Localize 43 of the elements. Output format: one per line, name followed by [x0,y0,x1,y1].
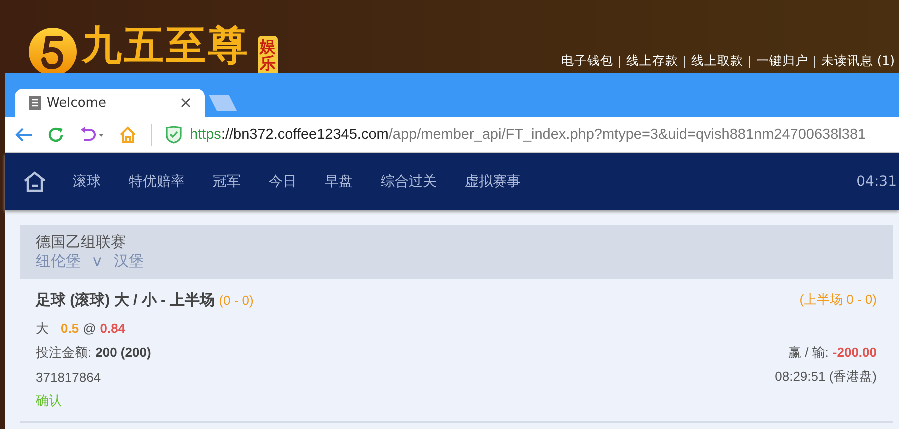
team-name: 纽伦堡 [36,252,81,271]
bet-time: 08:29:51 (香港盘) [775,368,877,386]
nav-item[interactable]: 滚球 [73,172,101,190]
status-text: 确认 [36,392,62,410]
result-label: 赢 / 输: [788,344,829,362]
stake-label: 投注金额: [36,344,92,362]
stake-value: 200 (200) [96,345,152,360]
clock-text: 04:31 [856,174,897,190]
nav-item[interactable]: 综合过关 [381,172,437,190]
odds-value: 0.84 [100,321,126,336]
logo-text: 九五至尊 [82,26,250,66]
nav-item[interactable]: 冠军 [213,172,241,190]
nav-item[interactable]: 特优赔率 [129,172,185,190]
reload-icon[interactable] [47,126,65,144]
browser-tab[interactable]: Welcome [15,89,205,117]
score-text: (0 - 0) [219,292,254,308]
team-name: 汉堡 [114,252,144,271]
result-value: -200.00 [832,345,877,360]
back-icon[interactable] [15,126,33,142]
ticket-number: 371817864 [36,370,102,384]
home-icon[interactable] [23,170,47,192]
header-link[interactable]: 未读讯息 (1) [821,53,895,70]
close-icon[interactable] [181,98,191,108]
header-link[interactable]: 电子钱包 [561,53,614,70]
header-link[interactable]: 线上存款 [626,53,678,70]
versus-text: v [93,252,102,271]
at-sign: @ [83,321,96,336]
header-link[interactable]: 一键归户 [756,53,808,70]
undo-icon[interactable] [79,126,105,144]
shield-icon [166,126,182,144]
new-tab-button[interactable] [209,95,237,111]
selection-text: 大 [36,320,49,338]
market-title: 足球 (滚球) 大 / 小 - 上半场 [36,290,216,310]
nav-item[interactable]: 今日 [269,172,297,190]
nav-item[interactable]: 虚拟赛事 [465,172,521,190]
header-link[interactable]: 线上取款 [691,53,744,70]
logo-icon [28,27,78,73]
line-value: 0.5 [61,321,80,336]
page-icon [29,96,41,110]
half-score-text: (上半场 0 - 0) [800,291,877,309]
league-name: 德国乙组联赛 [36,233,127,252]
logo-badge: 娱 乐 [258,36,278,73]
nav-item[interactable]: 早盘 [325,172,353,190]
